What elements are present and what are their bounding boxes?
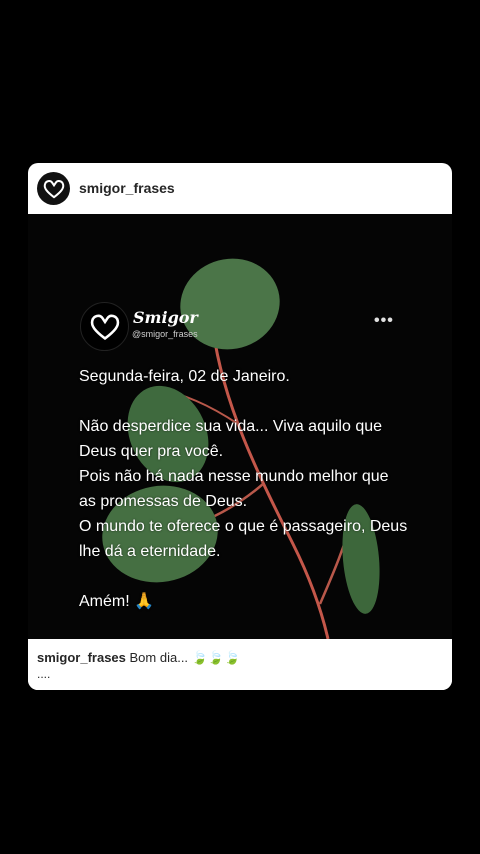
profile-avatar[interactable] — [37, 172, 70, 205]
caption-username[interactable]: smigor_frases — [37, 650, 126, 665]
caption-text: Bom dia... 🍃🍃🍃 — [129, 650, 241, 665]
inner-profile-avatar — [80, 302, 129, 351]
heart-logo-icon — [90, 314, 119, 340]
inner-display-name: Smigor — [133, 308, 198, 327]
post-username[interactable]: smigor_frases — [79, 180, 175, 196]
caption: smigor_frases Bom dia... 🍃🍃🍃 — [37, 650, 240, 666]
caption-area: smigor_frases Bom dia... 🍃🍃🍃 .... — [28, 639, 452, 690]
inner-handle: @smigor_frases — [132, 329, 198, 339]
post-card: smigor_frases Smigor @smigor_frases ••• … — [28, 163, 452, 690]
caption-more[interactable]: .... — [37, 667, 50, 681]
post-image: Smigor @smigor_frases ••• Segunda-feira,… — [28, 214, 452, 639]
more-options-icon: ••• — [374, 312, 394, 329]
post-header: smigor_frases — [28, 163, 452, 214]
post-message: Segunda-feira, 02 de Janeiro. Não desper… — [79, 368, 408, 610]
heart-logo-icon — [43, 179, 64, 198]
